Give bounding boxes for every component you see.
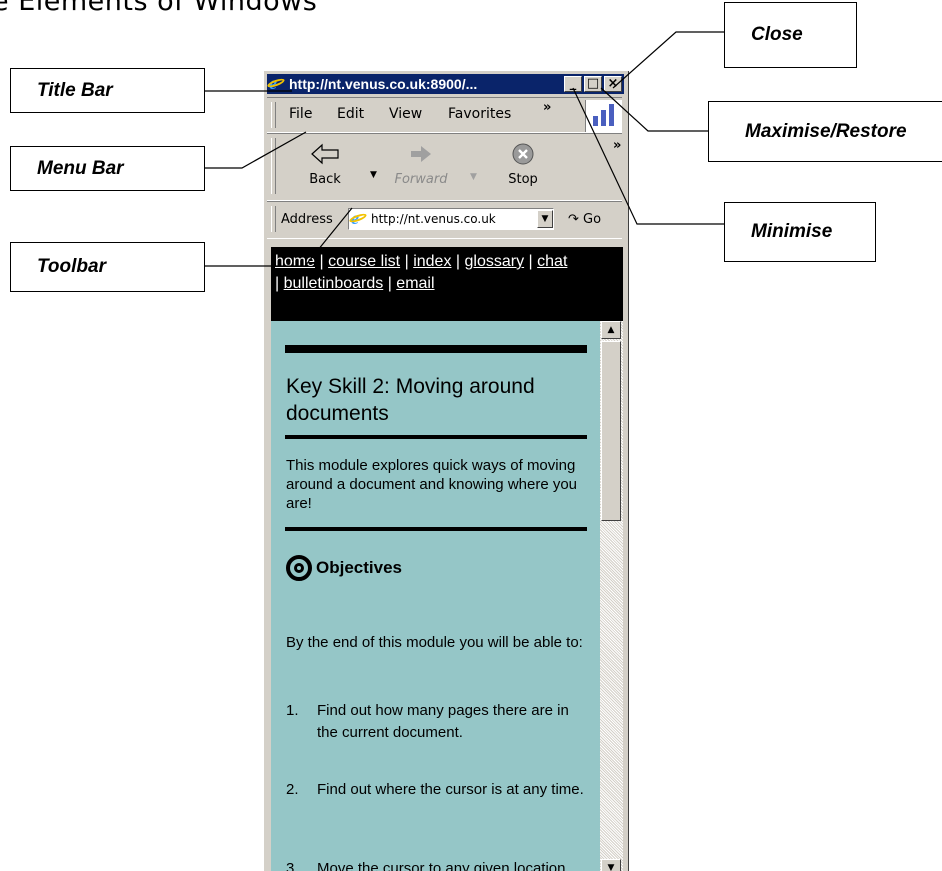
nav-sep: | (387, 275, 392, 292)
site-nav: home | course list | index | glossary | … (271, 247, 623, 321)
vertical-scrollbar[interactable]: ▲ ▼ (600, 321, 623, 871)
scroll-thumb[interactable] (601, 341, 621, 521)
menu-file[interactable]: File (289, 106, 312, 122)
forward-label: Forward (394, 172, 448, 187)
intro-text: This module explores quick ways of movin… (286, 457, 578, 512)
forward-dropdown-icon[interactable]: ▼ (470, 172, 477, 182)
back-button[interactable]: Back (297, 138, 353, 187)
menu-edit[interactable]: Edit (337, 106, 364, 122)
menu-more-chevron[interactable]: » (543, 100, 551, 115)
address-grip[interactable] (271, 206, 276, 232)
page-content: Key Skill 2: Moving around documents Thi… (271, 321, 600, 871)
divider (285, 435, 587, 439)
back-dropdown-icon[interactable]: ▼ (370, 170, 377, 180)
objectives-label: Objectives (316, 558, 402, 577)
nav-sep: | (528, 253, 533, 270)
list-text: Find out how many pages there are in the… (317, 702, 569, 741)
nav-bulletinboards[interactable]: bulletinboards (284, 275, 384, 292)
scroll-down-button[interactable]: ▼ (601, 859, 621, 871)
objectives-heading: Objectives (286, 555, 402, 581)
callout-toolbar: Toolbar (10, 242, 205, 292)
nav-course-list[interactable]: course list (328, 253, 400, 270)
address-label: Address (281, 212, 333, 227)
nav-sep: | (404, 253, 409, 270)
page-icon: e (348, 208, 368, 228)
address-dropdown-icon[interactable]: ▼ (537, 210, 553, 228)
stop-button[interactable]: Stop (495, 138, 551, 187)
scroll-up-button[interactable]: ▲ (601, 321, 621, 339)
go-arrow-icon: ↷ (568, 212, 579, 227)
page-title: Key Skill 2: Moving around documents (286, 375, 535, 425)
callout-maximise-restore: Maximise/Restore (708, 101, 942, 162)
list-number: 2. (286, 781, 299, 798)
callout-minimise: Minimise (724, 202, 876, 262)
nav-sep: | (275, 275, 280, 292)
internet-explorer-icon: e (266, 73, 286, 93)
divider (285, 345, 587, 353)
callout-close: Close (724, 2, 857, 68)
minimise-button[interactable]: _ (564, 76, 582, 92)
menu-bar: File Edit View Favorites » (267, 97, 622, 133)
toolbar-grip[interactable] (271, 138, 276, 194)
address-value: http://nt.venus.co.uk (371, 212, 496, 226)
list-number: 1. (286, 702, 299, 719)
callout-menu-bar: Menu Bar (10, 146, 205, 191)
maximise-button[interactable]: □ (584, 76, 602, 92)
leader-close (612, 31, 724, 89)
list-text: Move the cursor to any given location. (317, 860, 570, 871)
go-button[interactable]: ↷ Go (568, 212, 601, 227)
window-title: http://nt.venus.co.uk:8900/... (289, 76, 478, 92)
divider (285, 527, 587, 531)
toolbar: Back ▼ Forward ▼ Stop » (267, 133, 622, 201)
menu-favorites[interactable]: Favorites (448, 106, 511, 122)
menu-grip[interactable] (271, 102, 276, 128)
nav-sep: | (319, 253, 324, 270)
address-input[interactable]: e http://nt.venus.co.uk ▼ (348, 208, 554, 230)
stop-icon (495, 138, 551, 170)
nav-sep: | (455, 253, 461, 270)
browser-window: e http://nt.venus.co.uk:8900/... _ □ × F… (263, 70, 629, 871)
stop-label: Stop (508, 172, 538, 187)
forward-arrow-icon (383, 138, 459, 170)
nav-email[interactable]: email (396, 275, 434, 292)
back-label: Back (309, 172, 341, 187)
toolbar-more-chevron[interactable]: » (613, 138, 621, 153)
target-icon (286, 555, 312, 581)
callout-title-bar: Title Bar (10, 68, 205, 113)
title-bar[interactable]: e http://nt.venus.co.uk:8900/... _ □ × (266, 73, 624, 94)
nav-glossary[interactable]: glossary (465, 253, 525, 270)
address-bar: Address e http://nt.venus.co.uk ▼ ↷ Go (267, 201, 622, 239)
nav-home[interactable]: home (275, 253, 315, 270)
go-label: Go (583, 212, 602, 227)
close-button[interactable]: × (604, 76, 622, 92)
menu-view[interactable]: View (389, 106, 422, 122)
lead-text: By the end of this module you will be ab… (286, 634, 583, 651)
windows-logo-icon (585, 100, 622, 132)
nav-index[interactable]: index (413, 253, 451, 270)
forward-button[interactable]: Forward (383, 138, 459, 187)
back-arrow-icon (297, 138, 353, 170)
list-number: 3. (286, 860, 299, 871)
nav-chat[interactable]: chat (537, 253, 567, 270)
list-text: Find out where the cursor is at any time… (317, 781, 584, 798)
page-heading: e Elements of Windows (0, 0, 318, 17)
